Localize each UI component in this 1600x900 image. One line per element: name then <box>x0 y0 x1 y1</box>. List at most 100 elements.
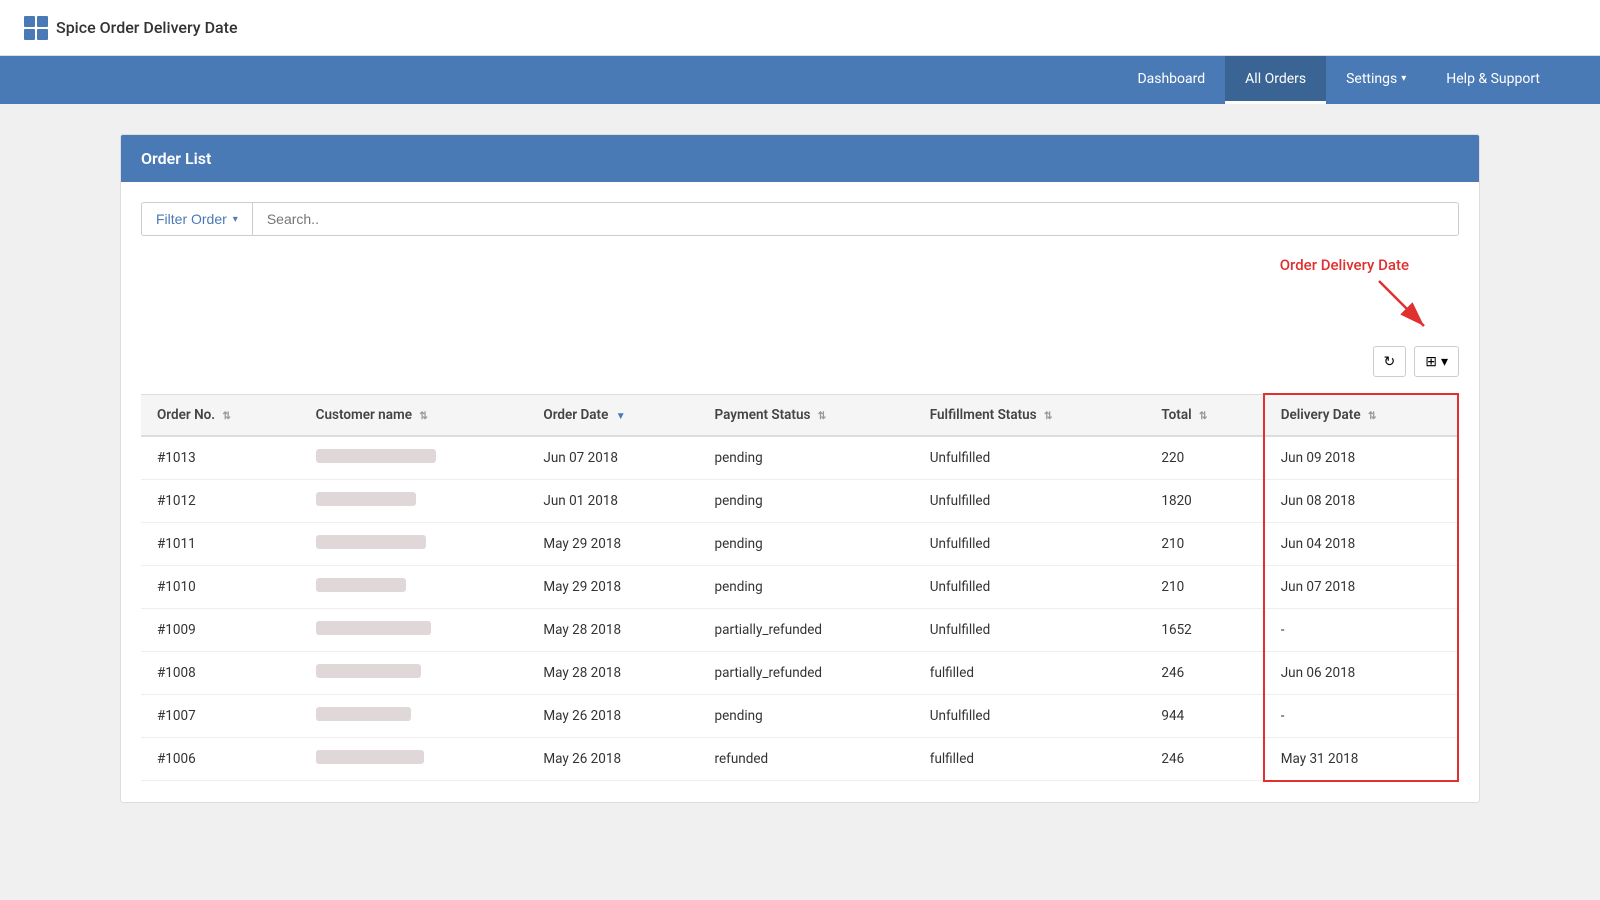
redacted-name <box>316 750 424 764</box>
table-row: #1010 May 29 2018 pending Unfulfilled 21… <box>141 566 1458 609</box>
orders-table: Order No. ⇅ Customer name ⇅ Order Date ▼ <box>141 393 1459 782</box>
cell-order-date: May 26 2018 <box>527 695 698 738</box>
cell-order-date: May 29 2018 <box>527 523 698 566</box>
filter-chevron-icon: ▾ <box>233 214 238 225</box>
card-title: Order List <box>141 149 1459 168</box>
columns-chevron-icon: ▾ <box>1441 353 1448 370</box>
cell-customer-name <box>300 523 528 566</box>
col-payment-status[interactable]: Payment Status ⇅ <box>699 394 914 436</box>
table-row: #1009 May 28 2018 partially_refunded Unf… <box>141 609 1458 652</box>
cell-fulfillment-status: Unfulfilled <box>914 695 1146 738</box>
cell-payment-status: partially_refunded <box>699 609 914 652</box>
cell-order-date: May 26 2018 <box>527 738 698 781</box>
cell-order-no: #1006 <box>141 738 300 781</box>
cell-order-no: #1008 <box>141 652 300 695</box>
redacted-name <box>316 449 436 463</box>
settings-chevron-icon: ▾ <box>1401 73 1406 84</box>
cell-customer-name <box>300 480 528 523</box>
cell-customer-name <box>300 695 528 738</box>
cell-total: 1652 <box>1145 609 1263 652</box>
cell-total: 246 <box>1145 738 1263 781</box>
cell-customer-name <box>300 566 528 609</box>
col-order-no[interactable]: Order No. ⇅ <box>141 394 300 436</box>
search-input[interactable] <box>252 202 1459 236</box>
cell-payment-status: pending <box>699 436 914 480</box>
cell-delivery-date: Jun 07 2018 <box>1264 566 1458 609</box>
cell-order-no: #1011 <box>141 523 300 566</box>
cell-fulfillment-status: fulfilled <box>914 652 1146 695</box>
cell-total: 246 <box>1145 652 1263 695</box>
cell-payment-status: pending <box>699 695 914 738</box>
table-row: #1012 Jun 01 2018 pending Unfulfilled 18… <box>141 480 1458 523</box>
annotation-label: Order Delivery Date <box>1280 256 1409 274</box>
app-logo-icon <box>24 16 48 40</box>
redacted-name <box>316 707 411 721</box>
cell-fulfillment-status: Unfulfilled <box>914 480 1146 523</box>
nav-item-settings[interactable]: Settings ▾ <box>1326 56 1426 104</box>
cell-fulfillment-status: fulfilled <box>914 738 1146 781</box>
cell-delivery-date: - <box>1264 695 1458 738</box>
table-row: #1013 Jun 07 2018 pending Unfulfilled 22… <box>141 436 1458 480</box>
sort-order-no-icon: ⇅ <box>223 411 231 422</box>
cell-delivery-date: Jun 09 2018 <box>1264 436 1458 480</box>
table-row: #1008 May 28 2018 partially_refunded ful… <box>141 652 1458 695</box>
cell-order-date: Jun 07 2018 <box>527 436 698 480</box>
redacted-name <box>316 664 421 678</box>
cell-order-date: Jun 01 2018 <box>527 480 698 523</box>
cell-payment-status: refunded <box>699 738 914 781</box>
nav-item-help[interactable]: Help & Support <box>1426 56 1560 104</box>
cell-order-date: May 29 2018 <box>527 566 698 609</box>
cell-delivery-date: Jun 08 2018 <box>1264 480 1458 523</box>
cell-customer-name <box>300 609 528 652</box>
nav-item-dashboard[interactable]: Dashboard <box>1117 56 1225 104</box>
refresh-icon: ↻ <box>1384 353 1396 370</box>
redacted-name <box>316 492 416 506</box>
col-order-date[interactable]: Order Date ▼ <box>527 394 698 436</box>
annotation-area: Order Delivery Date <box>141 256 1459 336</box>
annotation-arrow-icon <box>1359 276 1439 336</box>
col-total[interactable]: Total ⇅ <box>1145 394 1263 436</box>
columns-button[interactable]: ⊞ ▾ <box>1414 346 1459 377</box>
filter-order-button[interactable]: Filter Order ▾ <box>141 202 252 236</box>
cell-delivery-date: May 31 2018 <box>1264 738 1458 781</box>
order-list-card: Order List Filter Order ▾ Order Delivery… <box>120 134 1480 803</box>
cell-payment-status: pending <box>699 566 914 609</box>
col-fulfillment-status[interactable]: Fulfillment Status ⇅ <box>914 394 1146 436</box>
redacted-name <box>316 578 406 592</box>
redacted-name <box>316 535 426 549</box>
cell-order-no: #1009 <box>141 609 300 652</box>
cell-total: 210 <box>1145 566 1263 609</box>
cell-customer-name <box>300 436 528 480</box>
cell-order-date: May 28 2018 <box>527 652 698 695</box>
cell-delivery-date: Jun 06 2018 <box>1264 652 1458 695</box>
sort-order-date-icon: ▼ <box>616 411 626 422</box>
nav-bar: Dashboard All Orders Settings ▾ Help & S… <box>0 56 1600 104</box>
sort-total-icon: ⇅ <box>1199 411 1207 422</box>
cell-payment-status: partially_refunded <box>699 652 914 695</box>
cell-payment-status: pending <box>699 480 914 523</box>
app-logo: Spice Order Delivery Date <box>24 16 238 40</box>
table-header-row: Order No. ⇅ Customer name ⇅ Order Date ▼ <box>141 394 1458 436</box>
col-customer-name[interactable]: Customer name ⇅ <box>300 394 528 436</box>
cell-order-no: #1013 <box>141 436 300 480</box>
col-delivery-date[interactable]: Delivery Date ⇅ <box>1264 394 1458 436</box>
cell-payment-status: pending <box>699 523 914 566</box>
sort-fulfillment-icon: ⇅ <box>1044 411 1052 422</box>
cell-fulfillment-status: Unfulfilled <box>914 566 1146 609</box>
cell-total: 944 <box>1145 695 1263 738</box>
cell-order-no: #1012 <box>141 480 300 523</box>
redacted-name <box>316 621 431 635</box>
cell-delivery-date: - <box>1264 609 1458 652</box>
cell-total: 1820 <box>1145 480 1263 523</box>
cell-fulfillment-status: Unfulfilled <box>914 523 1146 566</box>
filter-row: Filter Order ▾ <box>141 202 1459 236</box>
sort-delivery-icon: ⇅ <box>1368 411 1376 422</box>
nav-item-all-orders[interactable]: All Orders <box>1225 56 1326 104</box>
cell-order-no: #1007 <box>141 695 300 738</box>
cell-customer-name <box>300 738 528 781</box>
sort-customer-icon: ⇅ <box>419 411 427 422</box>
table-row: #1011 May 29 2018 pending Unfulfilled 21… <box>141 523 1458 566</box>
refresh-button[interactable]: ↻ <box>1373 346 1407 377</box>
table-row: #1007 May 26 2018 pending Unfulfilled 94… <box>141 695 1458 738</box>
toolbar-row: ↻ ⊞ ▾ <box>141 346 1459 377</box>
